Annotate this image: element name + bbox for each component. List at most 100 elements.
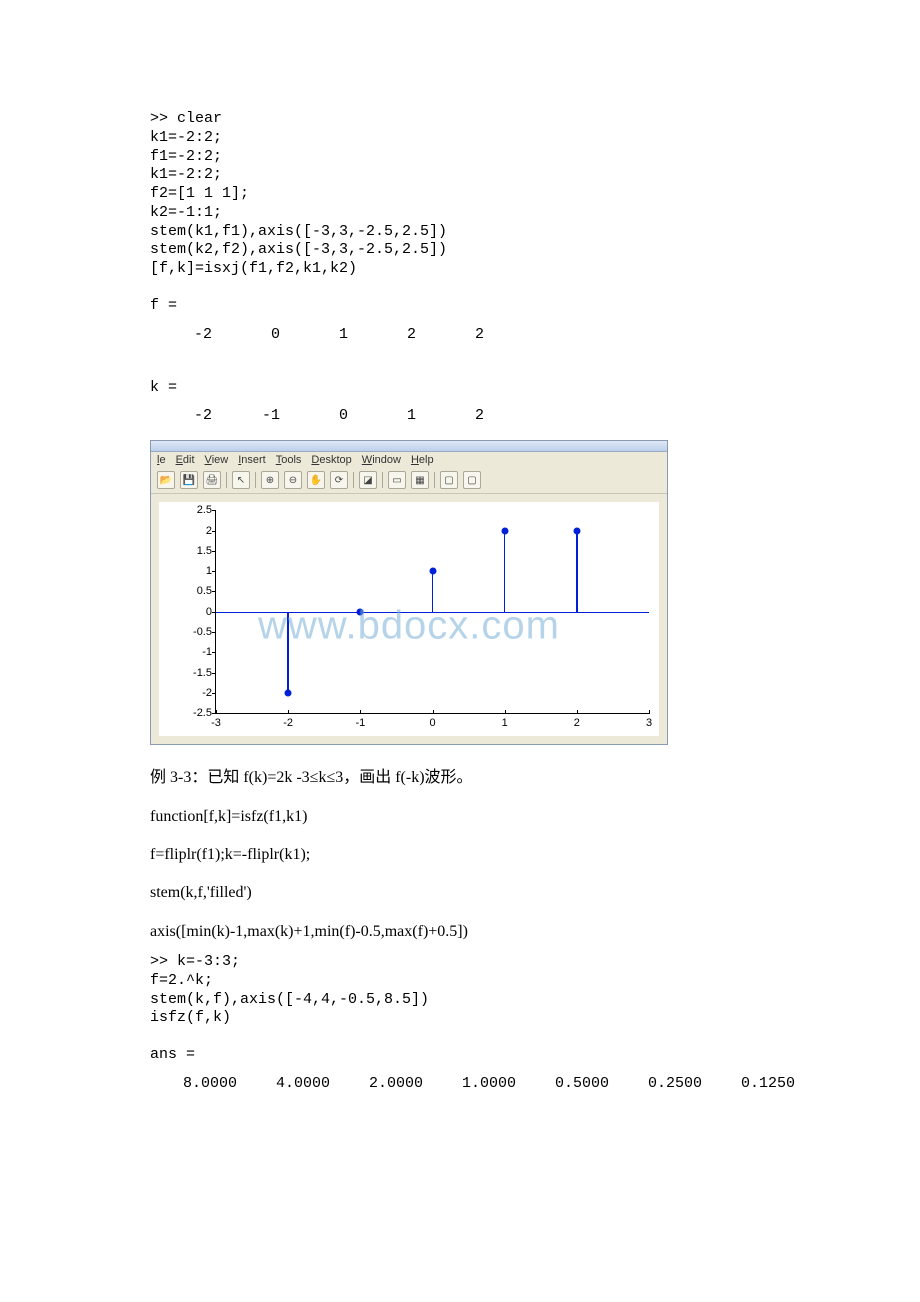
x-tick-label: 3 <box>646 717 652 729</box>
value: 2 <box>454 326 484 343</box>
figure-window: le Edit View Insert Tools Desktop Window… <box>150 440 668 745</box>
value: 0.2500 <box>647 1075 702 1092</box>
legend-icon[interactable]: ▦ <box>411 471 429 489</box>
value: 0 <box>318 407 348 424</box>
stem-marker <box>357 608 364 615</box>
var-ans-values: 8.0000 4.0000 2.0000 1.0000 0.5000 0.250… <box>150 1075 770 1092</box>
plot-area: -2.5-2-1.5-1-0.500.511.522.5-3-2-10123 w… <box>159 502 659 736</box>
y-tick-mark <box>212 510 216 511</box>
stem-marker <box>285 689 292 696</box>
y-tick-label: 0.5 <box>182 585 212 597</box>
page: >> clear k1=-2:2; f1=-2:2; k1=-2:2; f2=[… <box>0 0 920 1302</box>
zoom-in-icon[interactable]: ⊕ <box>261 471 279 489</box>
y-tick-label: -2 <box>182 687 212 699</box>
y-tick-label: 2 <box>182 525 212 537</box>
pan-icon[interactable]: ✋ <box>307 471 325 489</box>
x-tick-label: -2 <box>283 717 293 729</box>
value: -1 <box>250 407 280 424</box>
stem-line <box>576 531 578 612</box>
titlebar <box>151 441 667 452</box>
value: -2 <box>182 407 212 424</box>
value: 2.0000 <box>368 1075 423 1092</box>
value: 2 <box>454 407 484 424</box>
separator <box>255 472 256 488</box>
y-tick-label: -1.5 <box>182 667 212 679</box>
print-icon[interactable]: 🖨 <box>203 471 221 489</box>
y-tick-label: 1.5 <box>182 545 212 557</box>
menu-desktop[interactable]: Desktop <box>311 454 351 466</box>
var-k-label: k = <box>150 379 770 398</box>
menu-window[interactable]: Window <box>362 454 401 466</box>
value: 4.0000 <box>275 1075 330 1092</box>
rotate-icon[interactable]: ⟳ <box>330 471 348 489</box>
x-tick-label: 2 <box>574 717 580 729</box>
x-tick-label: -1 <box>355 717 365 729</box>
x-tick-mark <box>288 710 289 714</box>
menu-tools[interactable]: Tools <box>276 454 302 466</box>
stem-line <box>432 571 434 612</box>
y-tick-label: -1 <box>182 646 212 658</box>
separator <box>353 472 354 488</box>
x-tick-mark <box>505 710 506 714</box>
menu-edit[interactable]: Edit <box>176 454 195 466</box>
axes: -2.5-2-1.5-1-0.500.511.522.5-3-2-10123 <box>215 510 649 714</box>
y-tick-mark <box>212 652 216 653</box>
y-tick-label: 2.5 <box>182 504 212 516</box>
var-f-label: f = <box>150 297 770 316</box>
open-icon[interactable]: 📂 <box>157 471 175 489</box>
value: 1 <box>386 407 416 424</box>
baseline <box>216 612 649 613</box>
y-tick-mark <box>212 632 216 633</box>
value: 2 <box>386 326 416 343</box>
toolbar: 📂 💾 🖨 ↖ ⊕ ⊖ ✋ ⟳ ◪ ▭ ▦ ▢ ▢ <box>151 469 667 494</box>
var-f-values: -2 0 1 2 2 <box>150 326 770 343</box>
value: 1.0000 <box>461 1075 516 1092</box>
save-icon[interactable]: 💾 <box>180 471 198 489</box>
zoom-out-icon[interactable]: ⊖ <box>284 471 302 489</box>
y-tick-label: -2.5 <box>182 707 212 719</box>
y-tick-label: 0 <box>182 606 212 618</box>
datatip-icon[interactable]: ◪ <box>359 471 377 489</box>
subplot-icon[interactable]: ▢ <box>463 471 481 489</box>
function-line-2: stem(k,f,'filled') <box>150 878 770 908</box>
menu-help[interactable]: Help <box>411 454 434 466</box>
y-tick-mark <box>212 551 216 552</box>
matlab-input-2: >> k=-3:3; f=2.^k; stem(k,f),axis([-4,4,… <box>150 953 770 1028</box>
value: 1 <box>318 326 348 343</box>
x-tick-mark <box>360 710 361 714</box>
y-tick-mark <box>212 571 216 572</box>
colorbar-icon[interactable]: ▭ <box>388 471 406 489</box>
value: -2 <box>182 326 212 343</box>
menu-file[interactable]: le <box>157 454 166 466</box>
pointer-icon[interactable]: ↖ <box>232 471 250 489</box>
value: 0.1250 <box>740 1075 795 1092</box>
stem-marker <box>429 568 436 575</box>
stem-line <box>504 531 506 612</box>
menu-view[interactable]: View <box>205 454 229 466</box>
stem-marker <box>573 527 580 534</box>
y-tick-mark <box>212 591 216 592</box>
value: 0 <box>250 326 280 343</box>
x-tick-mark <box>649 710 650 714</box>
var-ans-label: ans = <box>150 1046 770 1065</box>
separator <box>226 472 227 488</box>
y-tick-mark <box>212 531 216 532</box>
y-tick-mark <box>212 673 216 674</box>
function-line-1: f=fliplr(f1);k=-fliplr(k1); <box>150 840 770 870</box>
dock-icon[interactable]: ▢ <box>440 471 458 489</box>
x-tick-label: 1 <box>502 717 508 729</box>
x-tick-mark <box>433 710 434 714</box>
value: 0.5000 <box>554 1075 609 1092</box>
y-tick-label: 1 <box>182 565 212 577</box>
function-line-3: axis([min(k)-1,max(k)+1,min(f)-0.5,max(f… <box>150 917 770 947</box>
x-tick-mark <box>577 710 578 714</box>
y-tick-label: -0.5 <box>182 626 212 638</box>
x-tick-mark <box>216 710 217 714</box>
function-def: function[f,k]=isfz(f1,k1) <box>150 802 770 832</box>
value: 8.0000 <box>182 1075 237 1092</box>
matlab-input-1: >> clear k1=-2:2; f1=-2:2; k1=-2:2; f2=[… <box>150 110 770 279</box>
menu-insert[interactable]: Insert <box>238 454 266 466</box>
separator <box>434 472 435 488</box>
menubar: le Edit View Insert Tools Desktop Window… <box>151 452 667 469</box>
var-k-values: -2 -1 0 1 2 <box>150 407 770 424</box>
